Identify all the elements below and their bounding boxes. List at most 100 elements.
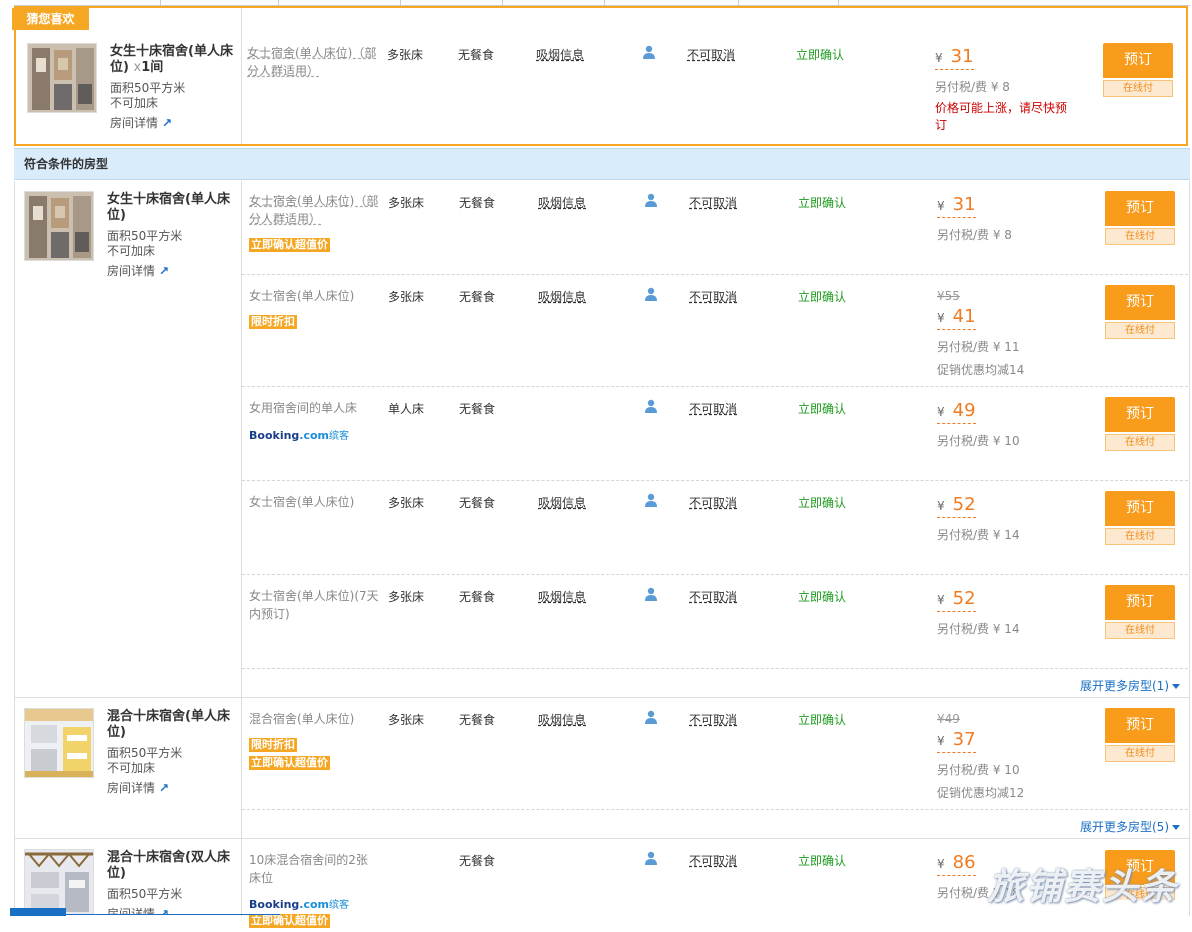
offer-name[interactable]: 女士宿舍(单人床位)（部分人群适用） [249, 192, 379, 228]
person-icon[interactable] [644, 287, 658, 301]
meal-plan: 无餐食 [459, 590, 496, 604]
person-icon[interactable] [644, 493, 658, 507]
book-button[interactable]: 预订 在线付 [1105, 585, 1175, 641]
cancel-policy[interactable]: 不可取消 [689, 852, 737, 869]
price: ¥49 [937, 401, 976, 424]
tax-fee: 另付税/费 ¥ 10 [937, 763, 1020, 777]
room-details-link[interactable]: 房间详情 ↗ [110, 114, 172, 131]
chevron-down-icon [1172, 825, 1180, 830]
external-arrow-icon: ↗ [159, 264, 170, 278]
room-name[interactable]: 女生十床宿舍(单人床位) [107, 192, 235, 224]
price: ¥31 [935, 47, 974, 70]
external-arrow-icon: ↗ [159, 781, 170, 795]
room-area: 面积50平方米 [107, 229, 183, 243]
person-icon[interactable] [644, 587, 658, 601]
confirm-type: 立即确认 [798, 290, 847, 304]
room-photo[interactable] [24, 191, 94, 261]
bed-type: 多张床 [387, 48, 424, 62]
cancel-policy[interactable]: 不可取消 [689, 194, 737, 211]
deal-tag: 立即确认超值价 [249, 756, 330, 770]
price: ¥86 [937, 853, 976, 876]
deal-tag: 限时折扣 [249, 738, 297, 752]
person-icon[interactable] [644, 193, 658, 207]
room-name[interactable]: 混合十床宿舍(单人床位) [107, 709, 235, 741]
book-button[interactable]: 预订 在线付 [1105, 285, 1175, 341]
person-icon[interactable] [642, 45, 656, 59]
price: ¥31 [937, 195, 976, 218]
offer-name[interactable]: 女士宿舍(单人床位) [249, 287, 379, 305]
section-title: 符合条件的房型 [14, 148, 1190, 180]
room-name[interactable]: 混合十床宿舍(双人床位) [107, 850, 235, 882]
smoking-info[interactable]: 吸烟信息 [538, 494, 586, 511]
bed-type: 单人床 [388, 402, 425, 416]
deal-tag: 限时折扣 [249, 315, 297, 329]
smoking-info[interactable]: 吸烟信息 [538, 194, 586, 211]
person-icon[interactable] [644, 399, 658, 413]
room-area: 面积50平方米 [107, 887, 183, 901]
bed-type: 多张床 [388, 590, 425, 604]
offer-name[interactable]: 10床混合宿舍间的2张床位 [249, 851, 379, 887]
room-name[interactable]: 女生十床宿舍(单人床位) x1间 [110, 44, 238, 76]
room-photo[interactable] [24, 849, 94, 915]
cancel-policy[interactable]: 不可取消 [687, 46, 735, 63]
smoking-info[interactable]: 吸烟信息 [538, 288, 586, 305]
promo-text: 促销优惠均减12 [937, 786, 1025, 800]
book-button[interactable]: 预订 在线付 [1105, 191, 1175, 247]
meal-plan: 无餐食 [459, 290, 496, 304]
smoking-info[interactable]: 吸烟信息 [538, 711, 586, 728]
room-details-link[interactable]: 房间详情 ↗ [107, 262, 169, 279]
room-area: 面积50平方米 [110, 81, 186, 95]
offer-name[interactable]: 女士宿舍(单人床位) [249, 493, 379, 511]
favorite-tag: 猜您喜欢 [12, 8, 89, 30]
meal-plan: 无餐食 [459, 196, 496, 210]
offer-name[interactable]: 混合宿舍(单人床位) [249, 710, 379, 728]
book-button[interactable]: 预订 在线付 [1105, 491, 1175, 547]
tax-fee: 另付税/费 ¥ 14 [937, 528, 1020, 542]
cancel-policy[interactable]: 不可取消 [689, 288, 737, 305]
expand-more-rooms[interactable]: 展开更多房型(5) [1080, 818, 1180, 835]
room-photo[interactable] [27, 43, 97, 113]
room-extra-bed: 不可加床 [110, 96, 159, 110]
meal-plan: 无餐食 [459, 496, 496, 510]
cancel-policy[interactable]: 不可取消 [689, 588, 737, 605]
book-button[interactable]: 预订 在线付 [1103, 43, 1173, 99]
bed-type: 多张床 [388, 496, 425, 510]
watermark: 旅铺赛头条 [987, 867, 1178, 908]
person-icon[interactable] [644, 710, 658, 724]
meal-plan: 无餐食 [459, 402, 496, 416]
book-button[interactable]: 预订 在线付 [1105, 708, 1175, 764]
bed-type: 多张床 [388, 196, 425, 210]
tax-fee: 另付税/费 ¥ 8 [935, 80, 1010, 94]
person-icon[interactable] [644, 851, 658, 865]
tax-fee: 另付税/费 ¥ 8 [937, 228, 1012, 242]
meal-plan: 无餐食 [459, 854, 496, 868]
scroll-indicator [10, 908, 66, 916]
chevron-down-icon [1172, 684, 1180, 689]
tax-fee: 另付税/费 ¥ 14 [937, 622, 1020, 636]
original-price: ¥55 [937, 289, 960, 303]
cancel-policy[interactable]: 不可取消 [689, 711, 737, 728]
offer-name[interactable]: 女士宿舍(单人床位)（部分人群适用） [247, 44, 377, 80]
price: ¥41 [937, 307, 976, 330]
price-warning: 价格可能上涨，请尽快预订 [935, 101, 1068, 132]
confirm-type: 立即确认 [798, 402, 847, 416]
price: ¥37 [937, 730, 976, 753]
external-arrow-icon: ↗ [162, 116, 173, 130]
confirm-type: 立即确认 [796, 48, 845, 62]
price: ¥52 [937, 495, 976, 518]
confirm-type: 立即确认 [798, 713, 847, 727]
expand-more-rooms[interactable]: 展开更多房型(1) [1080, 677, 1180, 694]
cancel-policy[interactable]: 不可取消 [689, 494, 737, 511]
room-details-link[interactable]: 房间详情 ↗ [107, 779, 169, 796]
smoking-info[interactable]: 吸烟信息 [536, 46, 584, 63]
smoking-info[interactable]: 吸烟信息 [538, 588, 586, 605]
offer-name[interactable]: 女士宿舍(单人床位)(7天内预订) [249, 587, 379, 623]
offer-name[interactable]: 女用宿舍间的单人床 [249, 399, 379, 417]
cancel-policy[interactable]: 不可取消 [689, 400, 737, 417]
deal-tag: 立即确认超值价 [249, 914, 330, 928]
tax-fee: 另付税/费 ¥ 10 [937, 434, 1020, 448]
price: ¥52 [937, 589, 976, 612]
bed-type: 多张床 [388, 713, 425, 727]
book-button[interactable]: 预订 在线付 [1105, 397, 1175, 453]
room-photo[interactable] [24, 708, 94, 778]
